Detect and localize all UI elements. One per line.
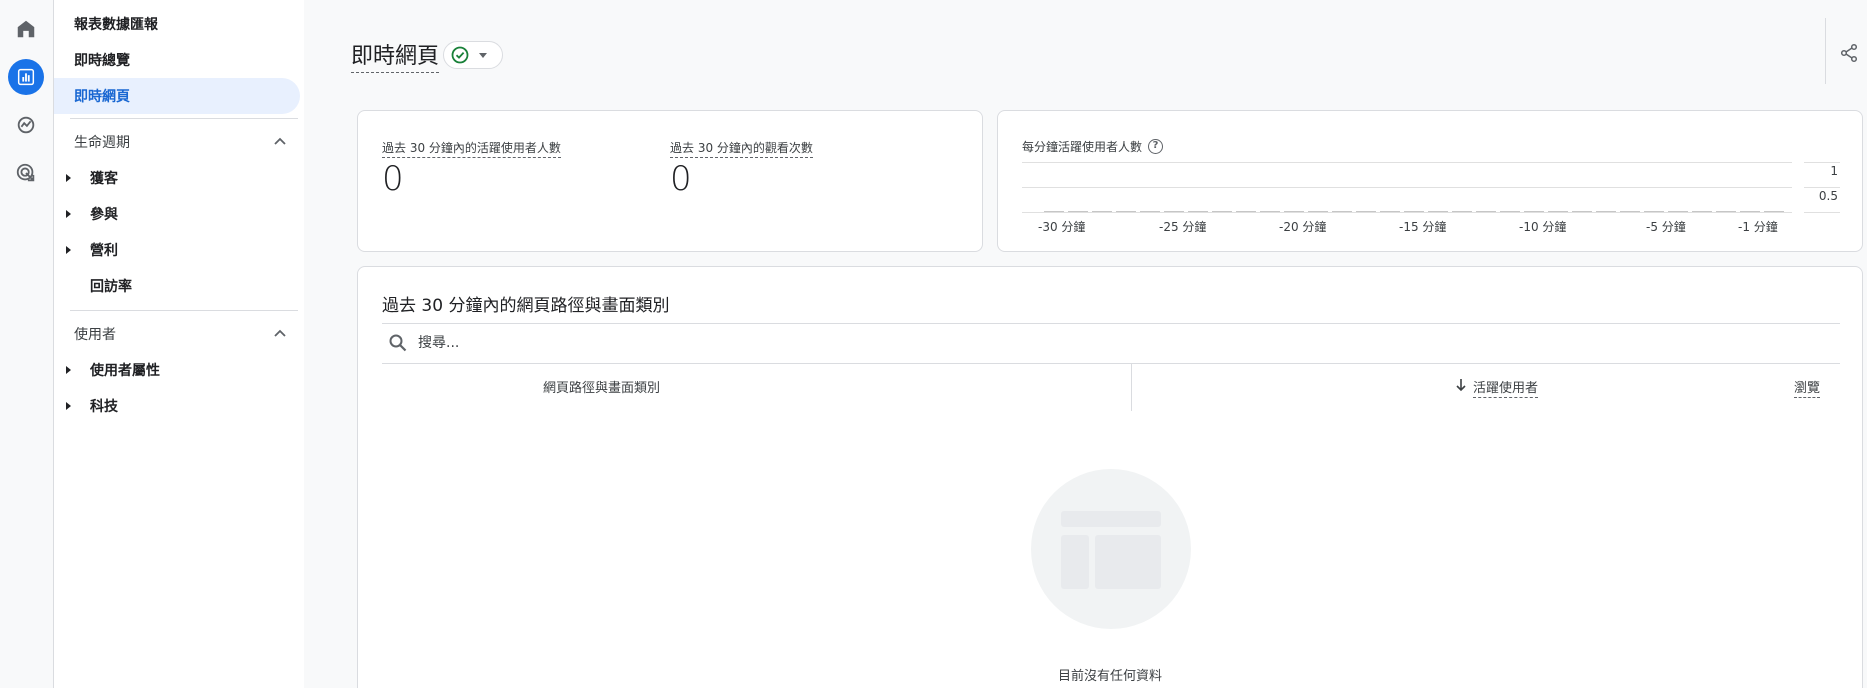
grid-line bbox=[1022, 212, 1792, 213]
page-path-table-card: 過去 30 分鐘內的網頁路徑與畫面類別 網頁路徑與畫面類別 活躍使用者 瀏覽 目… bbox=[357, 266, 1863, 688]
nav-item-label: 參與 bbox=[90, 207, 118, 223]
x-tick-label: -30 分鐘 bbox=[1038, 220, 1086, 234]
empty-bars bbox=[1044, 211, 1784, 212]
nav-item-realtime-pages[interactable]: 即時網頁 bbox=[54, 78, 300, 114]
search-icon bbox=[389, 334, 407, 352]
home-icon bbox=[17, 20, 35, 38]
y-tick-line bbox=[1804, 187, 1840, 188]
y-tick-line bbox=[1804, 162, 1840, 163]
x-tick-label: -25 分鐘 bbox=[1159, 220, 1207, 234]
nav-item-label: 報表數據匯報 bbox=[74, 17, 158, 33]
placeholder-bar bbox=[1095, 535, 1161, 589]
x-tick-label: -10 分鐘 bbox=[1519, 220, 1567, 234]
col-header-views[interactable]: 瀏覽 bbox=[1794, 377, 1821, 398]
search-input[interactable] bbox=[418, 335, 818, 351]
active-users-per-minute-card: 每分鐘活躍使用者人數 ? 1 0.5 -30 分鐘 -25 分鐘 -20 分鐘 … bbox=[997, 110, 1863, 252]
column-divider bbox=[1131, 363, 1132, 411]
col-header-page-path[interactable]: 網頁路徑與畫面類別 bbox=[543, 377, 660, 396]
placeholder-bar bbox=[1061, 511, 1161, 527]
chevron-up-icon bbox=[274, 137, 286, 145]
reports-button[interactable] bbox=[8, 59, 44, 95]
nav-item-user-attributes[interactable]: 使用者屬性 bbox=[54, 352, 300, 388]
share-button[interactable] bbox=[1836, 40, 1862, 66]
divider bbox=[382, 363, 1840, 364]
explore-icon bbox=[17, 116, 35, 134]
nav-divider bbox=[70, 310, 298, 311]
active-users-label[interactable]: 過去 30 分鐘內的活躍使用者人數 bbox=[382, 139, 561, 158]
table-title: 過去 30 分鐘內的網頁路徑與畫面類別 bbox=[382, 296, 670, 316]
help-icon[interactable]: ? bbox=[1148, 139, 1164, 154]
empty-state-message: 目前沒有任何資料 bbox=[1057, 669, 1162, 684]
nav-item-label: 使用者屬性 bbox=[90, 363, 160, 379]
x-tick-label: -1 分鐘 bbox=[1738, 220, 1778, 234]
nav-item-label: 即時網頁 bbox=[74, 89, 130, 105]
col-header-active-users[interactable]: 活躍使用者 bbox=[1473, 377, 1539, 398]
advertising-button[interactable] bbox=[8, 155, 44, 191]
realtime-metrics-card: 過去 30 分鐘內的活躍使用者人數 0 過去 30 分鐘內的觀看次數 0 bbox=[357, 110, 983, 252]
reports-icon bbox=[17, 68, 35, 86]
dropdown-arrow-icon bbox=[479, 52, 487, 58]
y-tick-label: 1 bbox=[1830, 164, 1838, 178]
nav-item-reports-snapshot[interactable]: 報表數據匯報 bbox=[54, 6, 300, 42]
nav-item-engagement[interactable]: 參與 bbox=[54, 196, 300, 232]
placeholder-bar bbox=[1061, 535, 1089, 589]
advertising-icon bbox=[16, 163, 35, 182]
nav-divider bbox=[70, 118, 298, 119]
caret-right-icon bbox=[66, 174, 71, 182]
nav-section-label: 使用者 bbox=[74, 327, 116, 343]
nav-item-realtime-overview[interactable]: 即時總覽 bbox=[54, 42, 300, 78]
chevron-up-icon bbox=[274, 329, 286, 337]
share-icon bbox=[1840, 43, 1858, 63]
header-divider bbox=[1825, 18, 1826, 84]
nav-item-label: 回訪率 bbox=[90, 279, 132, 295]
nav-section-lifecycle[interactable]: 生命週期 bbox=[54, 124, 300, 160]
caret-right-icon bbox=[66, 366, 71, 374]
caret-right-icon bbox=[66, 210, 71, 218]
caret-right-icon bbox=[66, 402, 71, 410]
nav-item-label: 科技 bbox=[90, 399, 118, 415]
nav-item-acquisition[interactable]: 獲客 bbox=[54, 160, 300, 196]
empty-state-illustration bbox=[1031, 469, 1191, 629]
active-users-value: 0 bbox=[382, 159, 404, 199]
search-row bbox=[382, 323, 1840, 363]
views-value: 0 bbox=[670, 159, 692, 199]
check-circle-icon bbox=[451, 46, 469, 64]
sort-descending-icon[interactable] bbox=[1455, 378, 1467, 392]
x-tick-label: -15 分鐘 bbox=[1399, 220, 1447, 234]
x-tick-label: -5 分鐘 bbox=[1646, 220, 1686, 234]
nav-item-label: 即時總覽 bbox=[74, 53, 130, 69]
grid-line bbox=[1022, 187, 1792, 188]
left-rail bbox=[0, 0, 54, 688]
home-button[interactable] bbox=[8, 11, 44, 47]
grid-line bbox=[1022, 162, 1792, 163]
x-tick-label: -20 分鐘 bbox=[1279, 220, 1327, 234]
data-quality-status-button[interactable] bbox=[443, 41, 503, 69]
y-tick-label: 0.5 bbox=[1818, 189, 1838, 203]
report-navigation: 報表數據匯報 即時總覽 即時網頁 生命週期 獲客 參與 營利 回訪率 使用者 使… bbox=[54, 0, 304, 688]
nav-item-retention[interactable]: 回訪率 bbox=[54, 268, 300, 304]
nav-item-monetization[interactable]: 營利 bbox=[54, 232, 300, 268]
caret-right-icon bbox=[66, 246, 71, 254]
nav-item-label: 獲客 bbox=[90, 171, 118, 187]
nav-section-user[interactable]: 使用者 bbox=[54, 316, 300, 352]
nav-item-label: 營利 bbox=[90, 243, 118, 259]
views-label[interactable]: 過去 30 分鐘內的觀看次數 bbox=[670, 139, 813, 158]
explore-button[interactable] bbox=[8, 107, 44, 143]
nav-section-label: 生命週期 bbox=[74, 135, 130, 151]
nav-item-tech[interactable]: 科技 bbox=[54, 388, 300, 424]
y-tick-line bbox=[1804, 212, 1840, 213]
chart-title: 每分鐘活躍使用者人數 ? bbox=[1022, 138, 1164, 155]
page-title[interactable]: 即時網頁 bbox=[351, 38, 440, 73]
chart-title-text: 每分鐘活躍使用者人數 bbox=[1022, 140, 1143, 154]
